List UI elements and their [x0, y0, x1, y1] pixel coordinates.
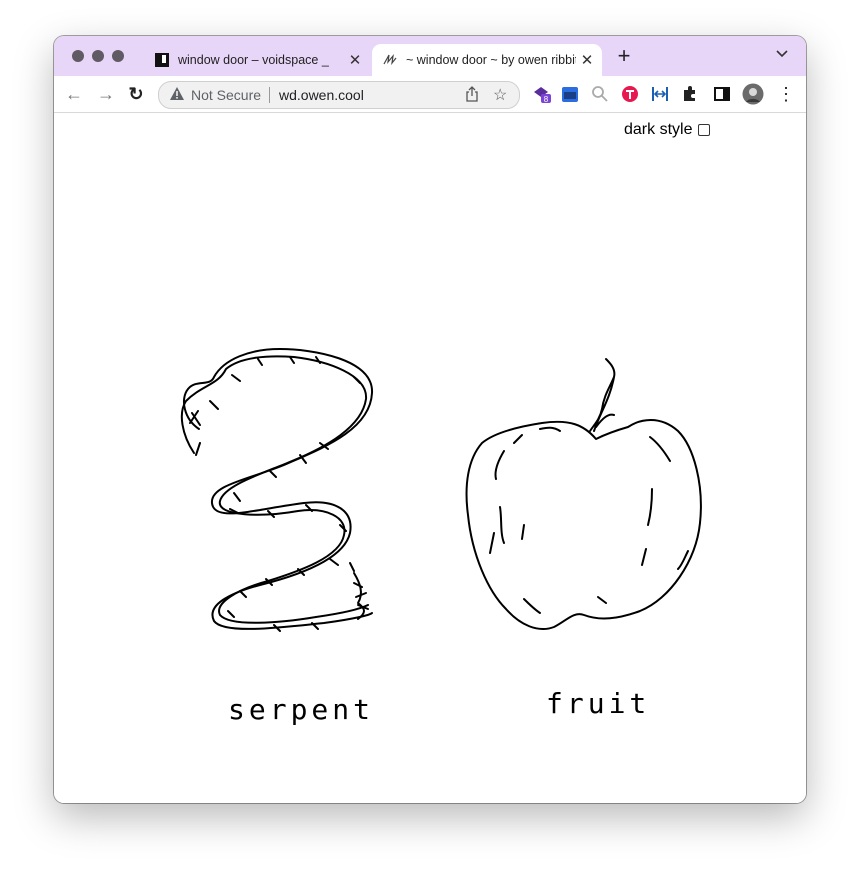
url-text[interactable]: wd.owen.cool — [279, 87, 364, 103]
fruit-label: fruit — [546, 687, 651, 720]
warning-icon — [170, 87, 184, 100]
address-bar[interactable]: Not Secure wd.owen.cool ☆ — [158, 81, 520, 109]
back-button[interactable]: ← — [62, 82, 86, 106]
voidspace-favicon-icon — [155, 53, 169, 67]
bookmark-star-icon[interactable]: ☆ — [493, 85, 507, 105]
divider — [269, 87, 270, 103]
zoom-window-icon[interactable] — [112, 50, 124, 62]
drawings-canvas — [180, 348, 702, 632]
puzzle-cube-extension-icon[interactable]: 8 — [532, 84, 552, 104]
tab-voidspace[interactable]: window door – voidspace _ ✕ — [144, 44, 370, 76]
search-icon[interactable] — [590, 84, 610, 104]
browser-toolbar: ← → ↻ Not Secure wd.owen.cool ☆ 8 ⋮ — [54, 76, 806, 113]
new-tab-button[interactable]: + — [614, 45, 634, 67]
avatar[interactable] — [742, 83, 764, 105]
tab-close-icon[interactable]: ✕ — [576, 51, 598, 69]
tab-window-door[interactable]: ~ window door ~ by owen ribbit ✕ — [372, 44, 602, 76]
browser-window: window door – voidspace _ ✕ ~ window doo… — [54, 36, 806, 803]
tab-strip: window door – voidspace _ ✕ ~ window doo… — [54, 36, 806, 76]
minimize-window-icon[interactable] — [92, 50, 104, 62]
serpent-label: serpent — [228, 693, 375, 726]
spiral-serpent-drawing[interactable] — [180, 348, 374, 632]
sidebar-icon[interactable] — [712, 84, 732, 104]
puzzle-extensions-icon[interactable] — [680, 84, 700, 104]
close-window-icon[interactable] — [72, 50, 84, 62]
scribble-favicon-icon — [383, 53, 397, 66]
tab-title: ~ window door ~ by owen ribbit — [406, 53, 576, 67]
menu-kebab-icon[interactable]: ⋮ — [774, 82, 798, 106]
reload-button[interactable]: ↻ — [124, 82, 148, 106]
ics-calendar-extension-icon[interactable] — [560, 84, 580, 104]
page-content: dark style serpent fruit — [54, 113, 806, 803]
security-status[interactable]: Not Secure — [191, 87, 261, 103]
split-extension-icon[interactable] — [650, 84, 670, 104]
svg-text:8: 8 — [544, 95, 549, 104]
share-icon[interactable] — [465, 86, 479, 105]
tab-close-icon[interactable]: ✕ — [344, 51, 366, 69]
forward-button[interactable]: → — [94, 82, 118, 106]
red-badge-extension-icon[interactable] — [620, 84, 640, 104]
tab-search-chevron-down-icon[interactable] — [776, 48, 788, 62]
tab-title: window door – voidspace _ — [178, 53, 329, 67]
apple-drawing[interactable] — [465, 358, 702, 630]
